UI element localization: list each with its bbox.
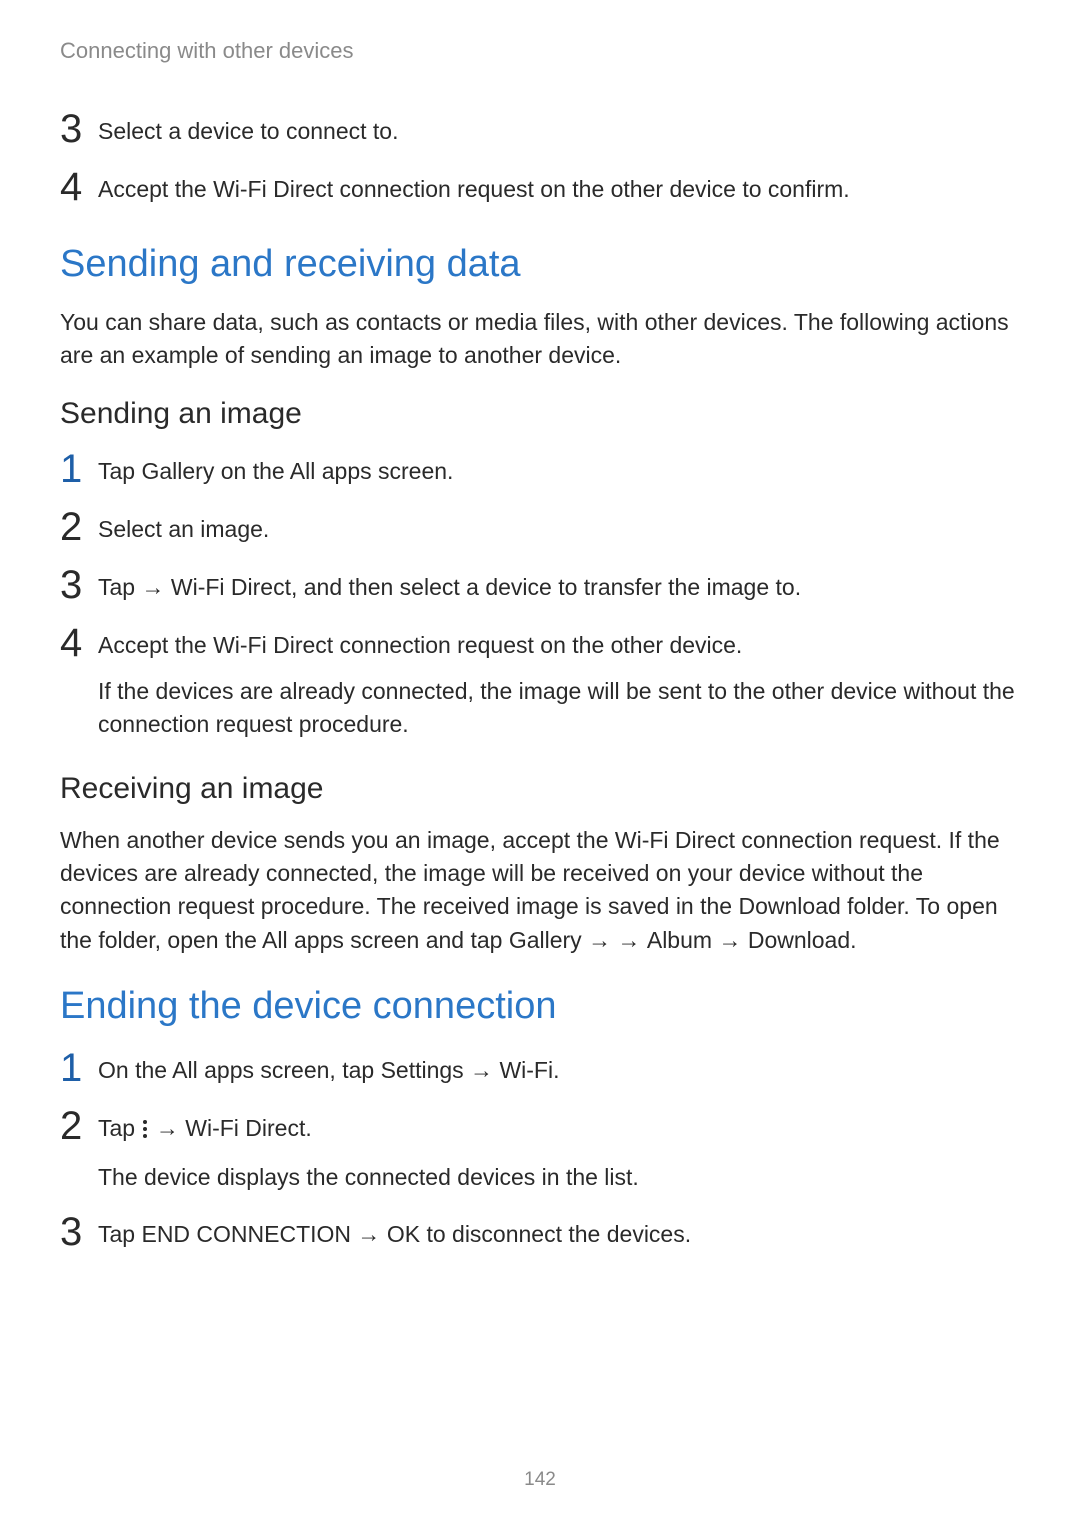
sending-step-4: 4 Accept the Wi-Fi Direct connection req… — [60, 623, 1020, 742]
arrow-icon: → — [582, 927, 618, 953]
heading-ending-connection: Ending the device connection — [60, 985, 1020, 1028]
step-number: 3 — [60, 1212, 98, 1252]
heading-sending-receiving: Sending and receiving data — [60, 243, 1020, 286]
step-number: 4 — [60, 623, 98, 663]
step-text: Tap Gallery on the All apps screen. — [98, 449, 1020, 487]
step-number: 1 — [60, 449, 98, 489]
step-text: Select a device to connect to. — [98, 109, 1020, 147]
bold-album: Album — [647, 927, 712, 953]
step-body: Tap → Wi-Fi Direct. The device displays … — [98, 1106, 1020, 1195]
bold-gallery: Gallery — [141, 458, 214, 484]
text-end: . — [850, 927, 856, 953]
bold-wifi-direct: Wi-Fi Direct — [171, 574, 291, 600]
bold-download: Download — [748, 927, 850, 953]
arrow-icon: → — [149, 1115, 185, 1141]
arrow-icon: → — [617, 927, 646, 953]
step-subtext: If the devices are already connected, th… — [98, 675, 1020, 742]
text-pre: Tap — [98, 1115, 141, 1141]
text-post: , and then select a device to transfer t… — [291, 574, 801, 600]
bold-wifi: Wi-Fi — [499, 1057, 553, 1083]
step-number: 2 — [60, 507, 98, 547]
text-post: . — [553, 1057, 559, 1083]
section-intro-paragraph: You can share data, such as contacts or … — [60, 306, 1020, 373]
sending-step-3: 3 Tap → Wi-Fi Direct, and then select a … — [60, 565, 1020, 605]
step-text: Select an image. — [98, 507, 1020, 545]
bold-download: Download — [738, 893, 840, 919]
text-pre: Tap — [98, 1221, 141, 1247]
step-number: 3 — [60, 109, 98, 149]
step-number: 4 — [60, 167, 98, 207]
text-post: to disconnect the devices. — [420, 1221, 691, 1247]
intro-step-3: 3 Select a device to connect to. — [60, 109, 1020, 149]
step-text: Tap → Wi-Fi Direct, and then select a de… — [98, 565, 1020, 603]
bold-gallery: Gallery — [509, 927, 582, 953]
heading-sending-image: Sending an image — [60, 397, 1020, 431]
text-pre: Tap — [98, 574, 141, 600]
step-number: 3 — [60, 565, 98, 605]
step-text: Accept the Wi-Fi Direct connection reque… — [98, 629, 1020, 661]
bold-settings: Settings — [381, 1057, 464, 1083]
arrow-icon: → — [351, 1221, 387, 1247]
text-post: . — [305, 1115, 311, 1141]
receiving-paragraph: When another device sends you an image, … — [60, 824, 1020, 957]
text-pre: Tap — [98, 458, 141, 484]
bold-wifi-direct: Wi-Fi Direct — [185, 1115, 305, 1141]
ending-step-1: 1 On the All apps screen, tap Settings →… — [60, 1048, 1020, 1088]
step-body: Accept the Wi-Fi Direct connection reque… — [98, 623, 1020, 742]
arrow-icon: → — [464, 1057, 500, 1083]
step-text: Tap END CONNECTION → OK to disconnect th… — [98, 1212, 1020, 1250]
text-post: on the All apps screen. — [214, 458, 453, 484]
sending-step-1: 1 Tap Gallery on the All apps screen. — [60, 449, 1020, 489]
text-pre: On the All apps screen, tap — [98, 1057, 381, 1083]
arrow-icon: → — [141, 574, 170, 600]
bold-ok: OK — [387, 1221, 420, 1247]
sending-step-2: 2 Select an image. — [60, 507, 1020, 547]
bold-end-connection: END CONNECTION — [141, 1221, 351, 1247]
step-number: 1 — [60, 1048, 98, 1088]
step-number: 2 — [60, 1106, 98, 1146]
heading-receiving-image: Receiving an image — [60, 772, 1020, 806]
breadcrumb: Connecting with other devices — [60, 38, 1020, 64]
arrow-icon: → — [712, 927, 748, 953]
step-text: Tap → Wi-Fi Direct. — [98, 1112, 1020, 1147]
ending-step-3: 3 Tap END CONNECTION → OK to disconnect … — [60, 1212, 1020, 1252]
step-text: On the All apps screen, tap Settings → W… — [98, 1048, 1020, 1086]
step-text: Accept the Wi-Fi Direct connection reque… — [98, 167, 1020, 205]
intro-step-4: 4 Accept the Wi-Fi Direct connection req… — [60, 167, 1020, 207]
ending-step-2: 2 Tap → Wi-Fi Direct. The device display… — [60, 1106, 1020, 1195]
page-number: 142 — [0, 1469, 1080, 1491]
step-subtext: The device displays the connected device… — [98, 1161, 1020, 1194]
